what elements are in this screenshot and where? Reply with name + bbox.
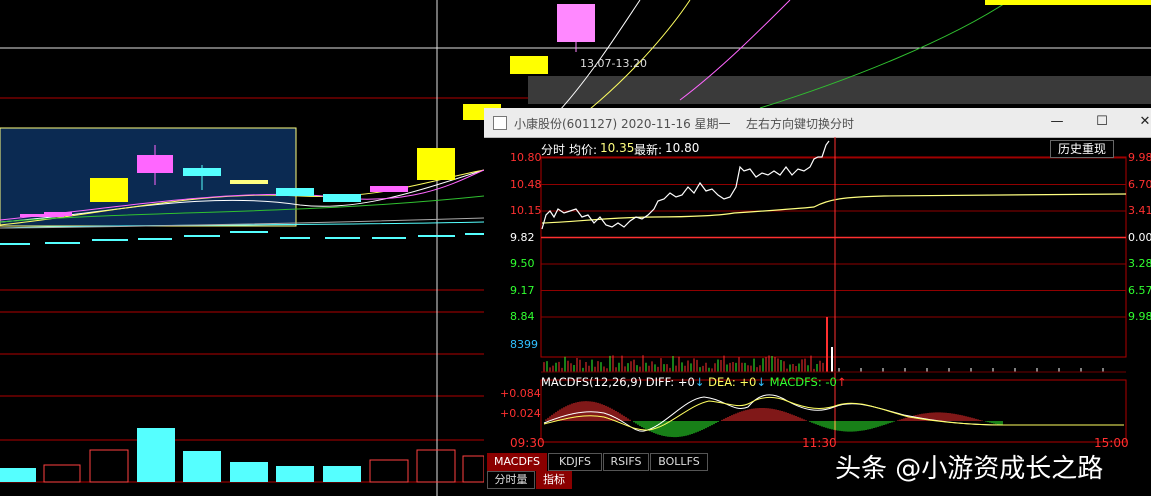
tab-bollfs[interactable]: BOLLFS — [650, 453, 708, 471]
dea-arrow-icon: ↓ — [756, 375, 767, 389]
pct-tick-label: 0.00% — [1128, 230, 1151, 244]
price-tick-label: 9.17 — [510, 283, 535, 297]
time-label-midday: 11:30 — [802, 436, 837, 450]
volume-bar — [43, 464, 81, 483]
app-icon — [493, 116, 507, 130]
volume-bar — [183, 451, 221, 482]
candle — [230, 180, 268, 184]
maximize-icon[interactable]: ☐ — [1091, 112, 1113, 132]
date-range-label: 13.07-13.20 — [580, 57, 647, 70]
volume-bar — [369, 459, 409, 483]
volume-bar — [276, 466, 314, 482]
intraday-volume-bars — [543, 355, 1104, 372]
candle — [370, 186, 408, 192]
volume-bar — [89, 449, 129, 483]
tab-indicator[interactable]: 指标 — [536, 471, 572, 489]
macd-dea: DEA: +0 — [708, 375, 757, 389]
intraday-popup-window[interactable]: 小康股份(601127) 2020-11-16 星期一 左右方向键切换分时 — … — [484, 108, 1151, 496]
candle — [510, 56, 548, 74]
candle — [417, 148, 455, 180]
minimize-icon[interactable]: — — [1046, 112, 1068, 132]
close-icon[interactable]: ✕ — [1134, 112, 1151, 132]
avg-price-line — [541, 193, 1127, 224]
candle — [90, 178, 128, 202]
macd-label: MACDFS(12,26,9) DIFF: +0↓ DEA: +0↓ MACDF… — [541, 375, 847, 389]
avg-price-value: 10.35 — [600, 141, 635, 155]
volume-max-label: 8399 — [510, 338, 538, 351]
macd-panel-frame — [540, 379, 1127, 443]
macd-level-1: +0.084 — [500, 387, 541, 400]
pct-tick-label: 3.41% — [1128, 204, 1151, 217]
macd-level-2: +0.024 — [500, 407, 541, 420]
time-label-open: 09:30 — [510, 436, 545, 450]
last-price-value: 10.80 — [665, 141, 700, 155]
volume-bar — [462, 455, 485, 483]
candle — [985, 0, 1151, 5]
pct-tick-label: 9.98% — [1128, 310, 1151, 323]
macdfs-arrow-icon: ↑ — [836, 375, 847, 389]
price-tick-label: 10.80 — [510, 151, 542, 164]
price-grid — [541, 157, 1126, 318]
price-tick-label: 8.84 — [510, 310, 535, 323]
volume-bar — [137, 428, 175, 482]
diff-arrow-icon: ↓ — [694, 375, 705, 389]
volume-bar — [416, 449, 456, 483]
pct-tick-label: 3.28% — [1128, 257, 1151, 270]
pct-tick-label: 9.98% — [1128, 151, 1151, 164]
price-tick-label: 10.48 — [510, 177, 542, 191]
volume-bars — [0, 428, 485, 483]
candle — [44, 212, 72, 216]
volume-bar — [0, 468, 36, 482]
popup-titlebar[interactable]: 小康股份(601127) 2020-11-16 星期一 左右方向键切换分时 — … — [484, 108, 1151, 138]
chart-mode-label: 分时 — [541, 143, 566, 157]
tab-macdfs[interactable]: MACDFS — [487, 453, 547, 471]
tab-minute-volume[interactable]: 分时量 — [487, 471, 535, 489]
pct-tick-label: 6.57% — [1128, 283, 1151, 297]
tab-kdjfs[interactable]: KDJFS — [548, 453, 602, 471]
macd-macdfs: MACDFS: -0 — [769, 375, 837, 389]
candle — [137, 155, 173, 173]
price-panel-frame — [540, 156, 1127, 358]
candle — [276, 188, 314, 196]
price-tick-label: 10.15 — [510, 204, 542, 217]
avg-price-label: 均价: — [569, 143, 598, 157]
lower-ma-dashes — [0, 231, 484, 245]
macd-diff: DIFF: +0 — [645, 375, 695, 389]
volume-bar — [230, 462, 268, 482]
macd-histogram — [545, 401, 1003, 438]
price-tick-label: 9.82 — [510, 230, 535, 244]
pct-tick-label: 6.70% — [1128, 177, 1151, 191]
tab-rsifs[interactable]: RSIFS — [603, 453, 649, 471]
price-tick-label: 9.50 — [510, 257, 535, 270]
watermark: 头条 @小游资成长之路 — [835, 454, 1104, 484]
popup-title: 小康股份(601127) 2020-11-16 星期一 — [514, 117, 731, 131]
popup-hint: 左右方向键切换分时 — [746, 117, 855, 131]
candle — [557, 4, 595, 42]
last-price-label: 最新: — [634, 143, 663, 157]
volume-bar — [323, 466, 361, 482]
candle — [323, 194, 361, 202]
macd-name: MACDFS(12,26,9) — [541, 375, 643, 389]
history-replay-button[interactable]: 历史重现 — [1050, 140, 1114, 158]
